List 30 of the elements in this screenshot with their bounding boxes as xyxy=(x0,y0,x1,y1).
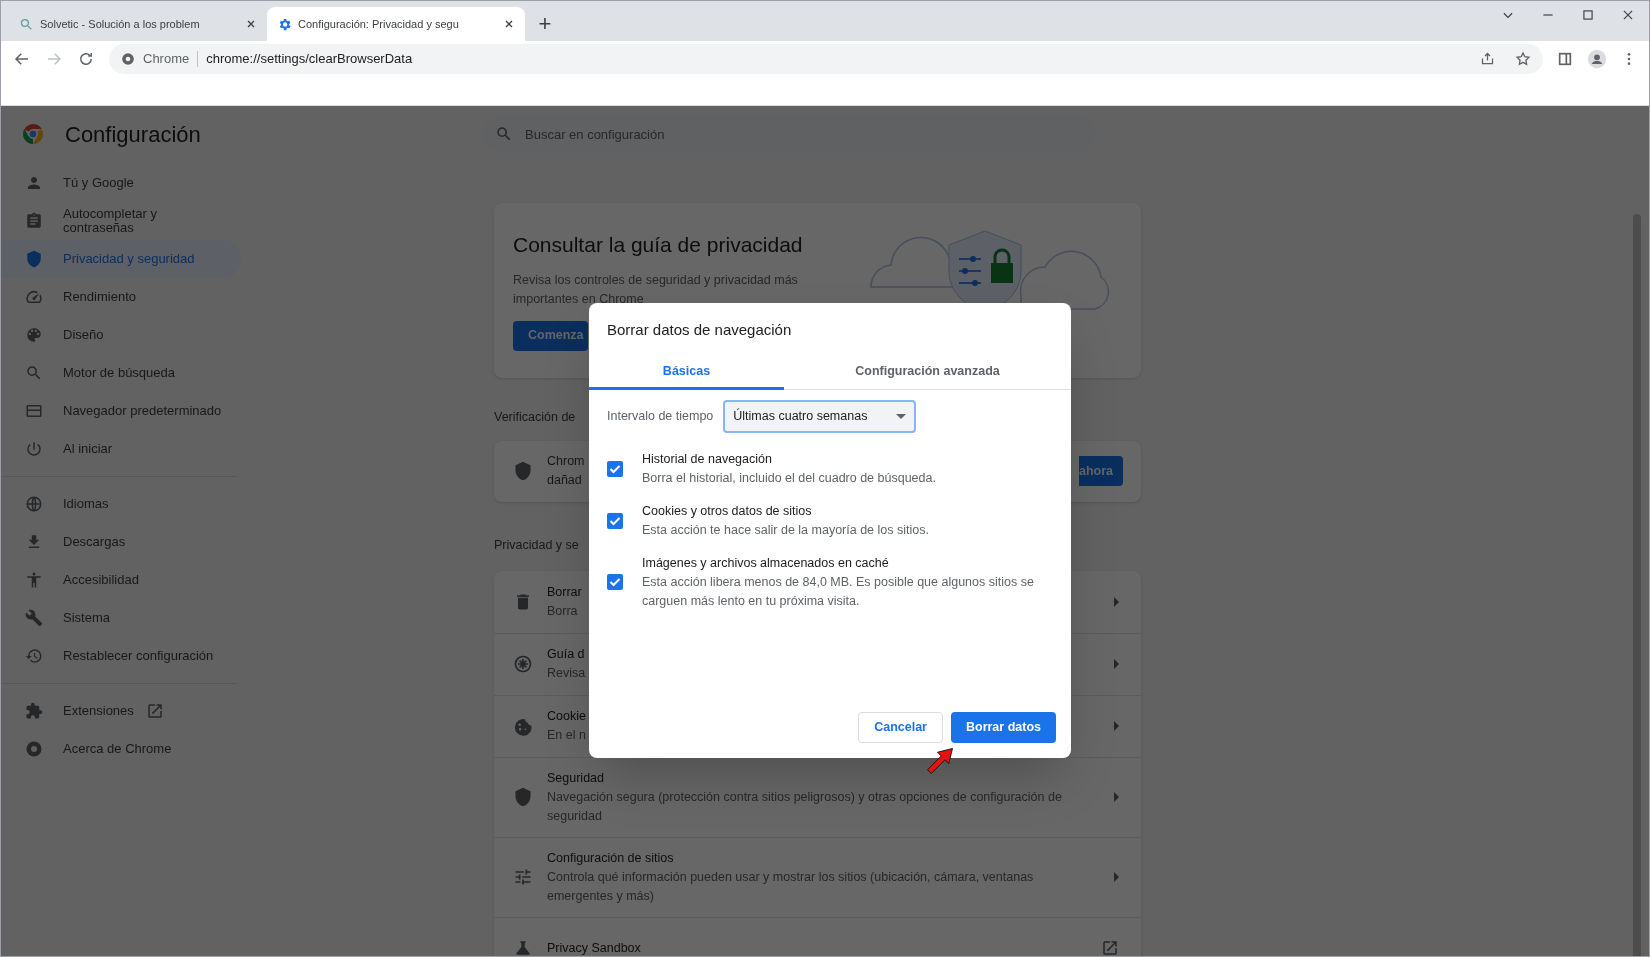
option-description: Borra el historial, incluido el del cuadro de búsqueda. xyxy=(642,469,937,487)
field-label: Intervalo de tiempo xyxy=(607,407,714,425)
row-description: Controla qué información pueden usar y mostrar los sitios (ubicación, cámara, ventanas emergentes y más) xyxy=(547,868,1035,905)
row-description: Revisa xyxy=(547,665,586,682)
option-title: Imágenes y archivos almacenados en caché xyxy=(642,554,890,572)
row-title: Borrar xyxy=(547,583,582,601)
site-label: Chrome xyxy=(143,49,190,68)
card-title: Consultar la guía de privacidad xyxy=(513,232,804,258)
option-title: Cookies y otros datos de sitios xyxy=(642,502,813,520)
row-title: Cookie xyxy=(547,708,586,725)
option-description: Esta acción te hace salir de la mayoría de los sitios. xyxy=(642,521,930,539)
section-heading: Privacidad y se xyxy=(494,536,579,554)
dialog-title: Borrar datos de navegación xyxy=(606,320,793,340)
row-title: Privacy Sandbox xyxy=(547,939,641,956)
row-description: Navegación segura (protección contra sitios peligrosos) y otras opciones de configuración de seguridad xyxy=(547,788,1063,825)
card-text: Chrom xyxy=(547,453,585,471)
tab-title: Solvetic - Solución a los problem xyxy=(40,16,201,32)
url-text: chrome://settings/clearBrowserData xyxy=(206,49,414,68)
row-title: Guía d xyxy=(547,646,585,663)
card-text: dañad xyxy=(547,472,582,490)
option-title: Historial de navegación xyxy=(642,450,773,468)
row-title: Configuración de sitios xyxy=(547,849,674,867)
card-text: Revisa los controles de seguridad y privacidad más importantes en Chrome xyxy=(513,271,799,308)
tab-title: Configuración: Privacidad y segu xyxy=(298,16,460,32)
section-heading: Verificación de xyxy=(494,409,576,426)
row-description: Borra xyxy=(547,602,578,620)
page-title: Configuración xyxy=(65,120,202,149)
row-description: En el n xyxy=(547,727,586,744)
row-title: Seguridad xyxy=(547,769,604,787)
option-description: Esta acción libera menos de 84,0 MB. Es posible que algunos sitios se carguen más lento en tu próxima visita. xyxy=(642,573,1035,610)
